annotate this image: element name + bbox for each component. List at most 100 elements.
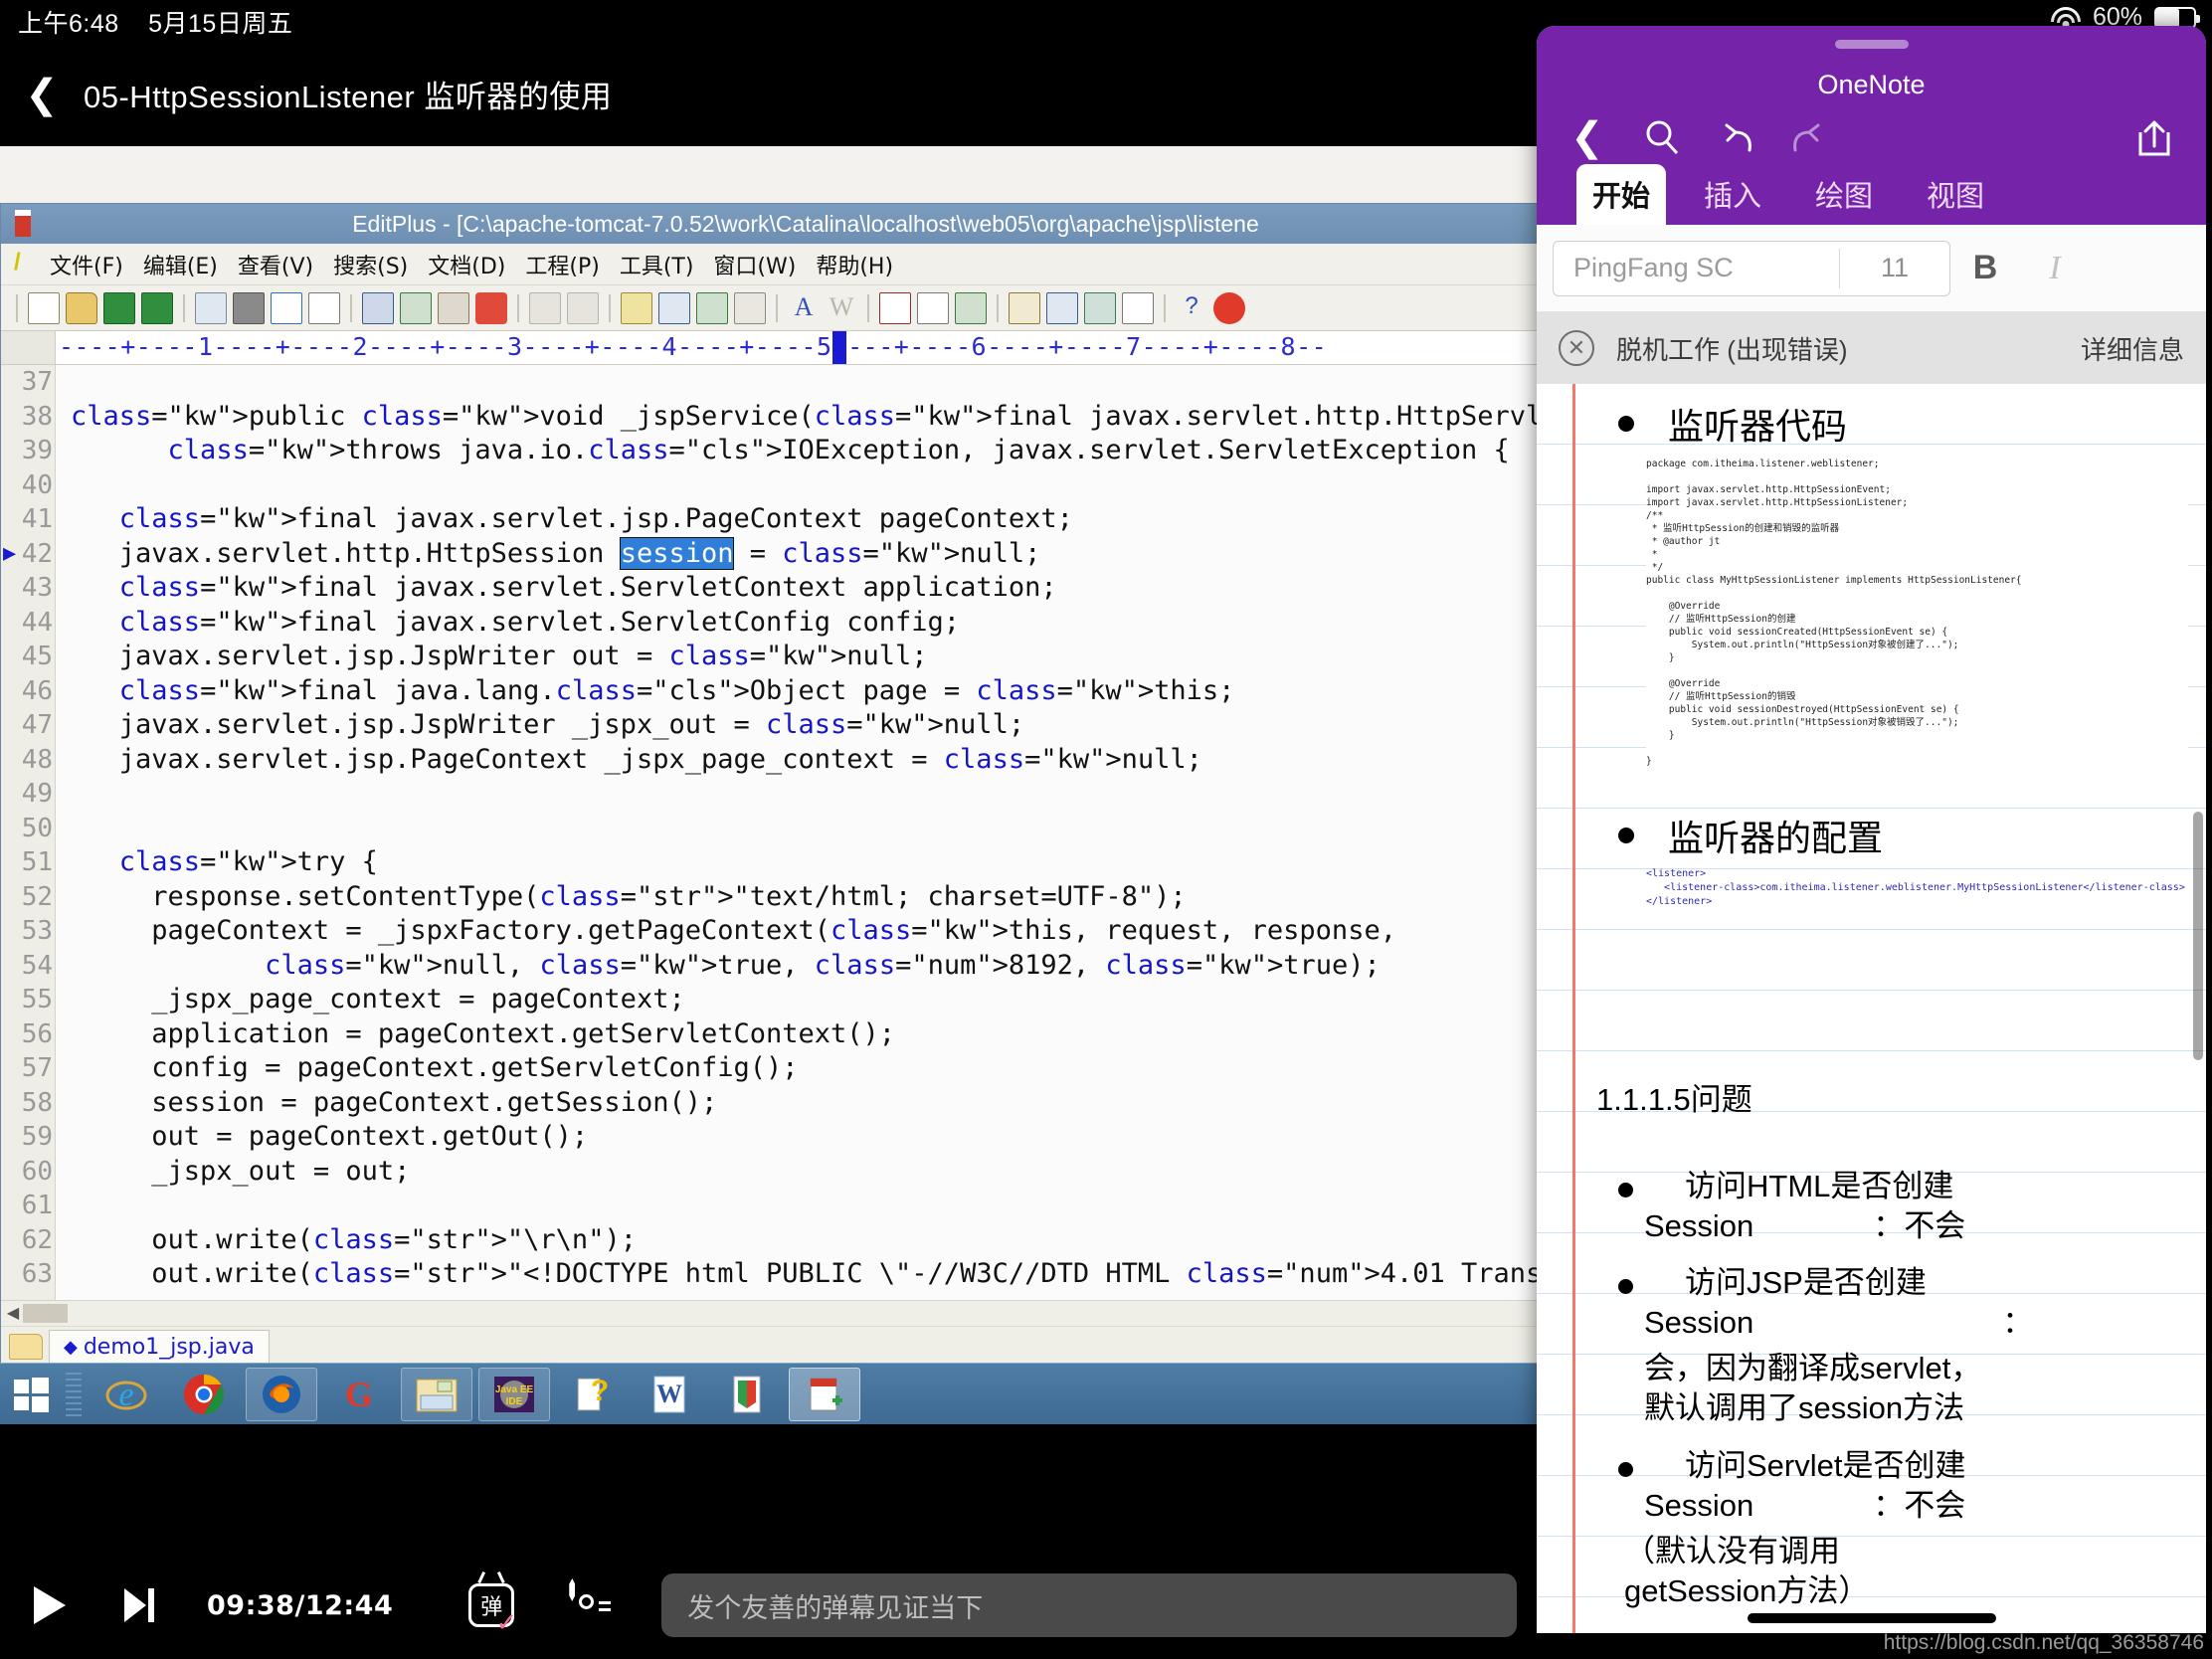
- code-text: out.write(class="str">"\r\n");: [71, 1223, 637, 1255]
- code-body[interactable]: 37 38 class="kw">public class="kw">void _j…: [1, 365, 1537, 1292]
- context-help-icon[interactable]: ?: [1176, 292, 1207, 324]
- line-number: 54: [21, 950, 53, 981]
- new-file-icon[interactable]: [28, 291, 60, 324]
- document-tab[interactable]: ◆ demo1_jsp.java: [49, 1329, 270, 1364]
- ruler-gutter: [1, 331, 56, 364]
- error-details-link[interactable]: 详细信息: [2081, 330, 2184, 367]
- replace-icon[interactable]: [658, 291, 690, 324]
- menu-help[interactable]: 帮助(H): [807, 246, 902, 283]
- menu-project[interactable]: 工程(P): [516, 246, 608, 283]
- hscroll-thumb[interactable]: [23, 1304, 68, 1323]
- font-selector[interactable]: PingFang SC 11: [1553, 240, 1950, 296]
- tab-draw[interactable]: 绘图: [1799, 164, 1889, 225]
- undo-icon[interactable]: [1718, 107, 1761, 167]
- onenote-page[interactable]: 监听器代码 package com.itheima.listener.webli…: [1537, 384, 2206, 1633]
- font-size-input[interactable]: 11: [1840, 253, 1949, 283]
- code-line: 42 ▶ javax.servlet.http.HttpSession sessi…: [1, 536, 1537, 572]
- line-number: 47: [21, 710, 53, 740]
- line-numbers-icon[interactable]: [917, 291, 949, 324]
- menu-edit[interactable]: 编辑(E): [134, 246, 227, 283]
- danmaku-input[interactable]: 发个友善的弹幕见证当下: [661, 1573, 1517, 1637]
- font-name-input[interactable]: PingFang SC: [1554, 253, 1839, 283]
- print-preview-icon[interactable]: [195, 291, 227, 324]
- back-icon[interactable]: ❮: [1570, 107, 1604, 167]
- video-title: 05-HttpSessionListener 监听器的使用: [84, 80, 613, 114]
- menu-view[interactable]: 查看(V): [229, 246, 322, 283]
- windows-taskbar[interactable]: e G Java EE IDE ? W: [0, 1363, 1537, 1424]
- menu-document[interactable]: 文档(D): [419, 246, 514, 283]
- italic-button[interactable]: I: [2020, 250, 2090, 287]
- goto-line-icon[interactable]: [734, 291, 766, 324]
- horizontal-scrollbar[interactable]: ◀: [1, 1300, 1537, 1326]
- taskbar-word[interactable]: W: [634, 1368, 705, 1421]
- tab-home[interactable]: 开始: [1576, 164, 1667, 225]
- close-circle-icon[interactable]: ✕: [1559, 330, 1594, 366]
- undo-icon[interactable]: [529, 291, 561, 324]
- line-number: 43: [21, 573, 53, 603]
- copy-icon[interactable]: [400, 291, 432, 324]
- drag-handle[interactable]: [1834, 40, 1909, 49]
- menu-file[interactable]: 文件(F): [41, 246, 132, 283]
- page-scrollbar[interactable]: [2193, 812, 2203, 1060]
- line-number: 61: [21, 1191, 53, 1220]
- print-icon[interactable]: [233, 291, 265, 324]
- clip-library-icon[interactable]: [1046, 291, 1078, 324]
- format-icon[interactable]: [879, 291, 911, 324]
- document-selector-icon[interactable]: [1009, 291, 1040, 324]
- status-left: 上午6:48 5月15日周五: [18, 4, 292, 40]
- word-wrap-icon[interactable]: W: [826, 292, 857, 324]
- directory-window-icon[interactable]: [1084, 291, 1116, 324]
- folder-icon[interactable]: [9, 1333, 43, 1360]
- taskbar-java-ee-ide[interactable]: Java EE IDE: [478, 1367, 550, 1421]
- editplus-ruler: ----+----1----+----2----+----3----+----4…: [1, 331, 1537, 365]
- taskbar-wps[interactable]: [711, 1368, 783, 1421]
- function-list-icon[interactable]: [1122, 291, 1154, 324]
- find-icon[interactable]: [621, 291, 652, 324]
- play-button[interactable]: [0, 1586, 99, 1624]
- danmaku-settings-button[interactable]: [546, 1578, 636, 1629]
- save-all-icon[interactable]: [141, 291, 173, 324]
- back-icon[interactable]: ❮: [0, 75, 84, 114]
- page-content[interactable]: 监听器代码 package com.itheima.listener.webli…: [1537, 384, 2188, 1633]
- start-button[interactable]: [4, 1368, 60, 1421]
- redo-icon[interactable]: [1783, 107, 1827, 167]
- tab-insert[interactable]: 插入: [1688, 164, 1777, 225]
- cut-icon[interactable]: [362, 291, 394, 324]
- taskbar-firefox[interactable]: [246, 1367, 317, 1421]
- paste-icon[interactable]: [438, 291, 469, 324]
- taskbar-internet-explorer[interactable]: e: [91, 1368, 162, 1421]
- bold-button[interactable]: B: [1950, 249, 2020, 287]
- scroll-left-arrow[interactable]: ◀: [4, 1304, 22, 1323]
- menu-window[interactable]: 窗口(W): [704, 246, 805, 283]
- danmaku-toggle-button[interactable]: 弹 ✓: [437, 1583, 546, 1637]
- tab-view[interactable]: 视图: [1911, 164, 2000, 225]
- user-tools-icon[interactable]: [955, 291, 987, 324]
- taskbar-app-g[interactable]: G: [323, 1368, 395, 1421]
- taskbar-file-explorer[interactable]: [401, 1367, 472, 1421]
- code-text: javax.servlet.http.HttpSession session =…: [71, 536, 1041, 570]
- taskbar-chrome[interactable]: [168, 1368, 240, 1421]
- next-episode-button[interactable]: [99, 1588, 179, 1622]
- editplus-tabbar[interactable]: ◆ demo1_jsp.java: [1, 1326, 1537, 1366]
- editplus-code-area[interactable]: 37 38 class="kw">public class="kw">void _j…: [1, 365, 1537, 1300]
- taskbar-help[interactable]: ?: [556, 1368, 628, 1421]
- search-icon[interactable]: [1642, 107, 1682, 167]
- code-text: javax.servlet.jsp.JspWriter out = class=…: [71, 641, 928, 671]
- list-item-row: Session ：: [1588, 1303, 2188, 1343]
- open-file-icon[interactable]: [66, 291, 97, 324]
- list-item-text: 访问HTML是否创建: [1685, 1169, 1954, 1203]
- find-in-files-icon[interactable]: [696, 291, 728, 324]
- font-icon[interactable]: A: [788, 292, 820, 324]
- spellcheck-icon[interactable]: [271, 291, 302, 324]
- share-icon[interactable]: [2132, 107, 2176, 167]
- menu-search[interactable]: 搜索(S): [324, 246, 417, 283]
- delete-icon[interactable]: [475, 291, 507, 324]
- stop-icon[interactable]: [1213, 291, 1245, 324]
- menu-tools[interactable]: 工具(T): [611, 246, 703, 283]
- page-setup-icon[interactable]: [308, 291, 340, 324]
- redo-icon[interactable]: [567, 291, 599, 324]
- taskbar-grip[interactable]: [66, 1372, 82, 1416]
- document-tab-label: demo1_jsp.java: [83, 1334, 255, 1360]
- save-icon[interactable]: [103, 291, 135, 324]
- taskbar-editplus[interactable]: [789, 1367, 860, 1421]
